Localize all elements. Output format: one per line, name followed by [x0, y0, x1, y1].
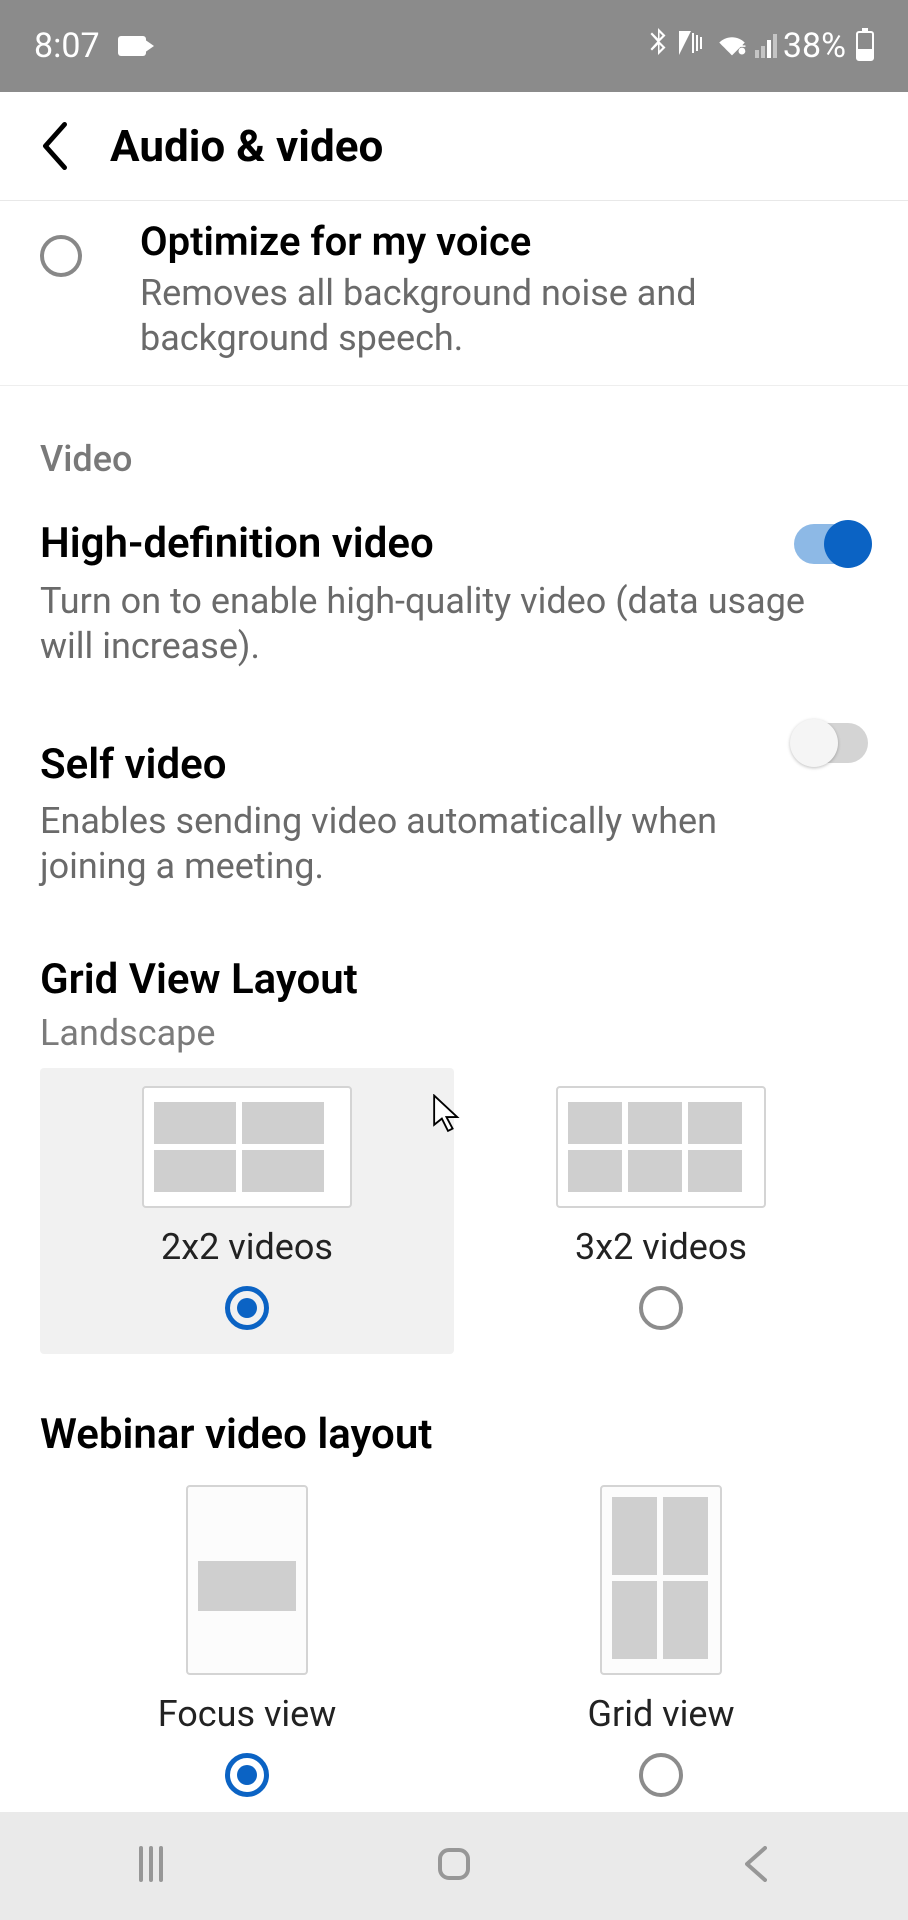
radio-selected-icon [225, 1286, 269, 1330]
home-icon [432, 1842, 476, 1886]
webinar-option-grid[interactable]: Grid view [454, 1467, 868, 1821]
cell-signal-icon [755, 34, 777, 58]
radio-unselected-icon [639, 1753, 683, 1797]
option-title: Optimize for my voice [140, 217, 868, 267]
webinar-layout-title: Webinar video layout [0, 1354, 908, 1467]
radio-unselected-icon [639, 1286, 683, 1330]
battery-icon [856, 31, 874, 61]
section-label-video: Video [0, 386, 908, 494]
radio-selected-icon [225, 1753, 269, 1797]
nav-recent-button[interactable] [129, 1842, 173, 1890]
system-nav-bar [0, 1812, 908, 1920]
vibrate-icon [675, 29, 709, 64]
grid-view-layout-title: Grid View Layout [0, 913, 908, 1012]
app-header: Audio & video [0, 92, 908, 201]
grid-option-3x2[interactable]: 3x2 videos [454, 1068, 868, 1354]
recent-apps-icon [129, 1842, 173, 1886]
option-description: Removes all background noise and backgro… [140, 271, 868, 361]
grid-view-mode-label: Landscape [0, 1012, 908, 1068]
audio-option-optimize-voice[interactable]: Optimize for my voice Removes all backgr… [0, 201, 908, 386]
nav-back-button[interactable] [735, 1842, 779, 1890]
setting-title: High-definition video [40, 518, 868, 571]
option-label: Focus view [158, 1693, 337, 1735]
bluetooth-icon [647, 28, 669, 65]
setting-self-video[interactable]: Self video Enables sending video automat… [0, 693, 908, 914]
webinar-layout-options: Focus view Grid view [0, 1467, 908, 1821]
nav-back-icon [735, 1842, 779, 1886]
grid-3x2-thumb [556, 1086, 766, 1208]
wifi-icon [715, 26, 749, 66]
radio-unselected-icon [40, 235, 82, 277]
option-label: Grid view [587, 1693, 734, 1735]
toggle-hd-video[interactable] [794, 524, 868, 564]
setting-description: Turn on to enable high-quality video (da… [40, 579, 820, 669]
option-label: 3x2 videos [575, 1226, 747, 1268]
grid-2x2-thumb [142, 1086, 352, 1208]
status-right: 38% [647, 26, 874, 66]
page-title: Audio & video [110, 120, 383, 172]
setting-title: Self video [40, 739, 868, 792]
back-button[interactable] [20, 92, 90, 200]
status-left: 8:07 [34, 26, 647, 66]
focus-view-thumb [186, 1485, 308, 1675]
setting-hd-video[interactable]: High-definition video Turn on to enable … [0, 494, 908, 693]
toggle-self-video[interactable] [794, 723, 868, 763]
option-label: 2x2 videos [161, 1226, 333, 1268]
row-texts: Optimize for my voice Removes all backgr… [140, 217, 868, 361]
grid-view-options: 2x2 videos 3x2 videos [0, 1068, 908, 1354]
grid-option-2x2[interactable]: 2x2 videos [40, 1068, 454, 1354]
nav-home-button[interactable] [432, 1842, 476, 1890]
battery-percent: 38% [783, 26, 846, 66]
camera-icon [118, 36, 146, 56]
setting-description: Enables sending video automatically when… [40, 799, 820, 889]
toggle-knob [824, 520, 872, 568]
toggle-knob [790, 719, 838, 767]
status-bar: 8:07 38% [0, 0, 908, 92]
webinar-option-focus[interactable]: Focus view [40, 1467, 454, 1821]
grid-view-thumb [600, 1485, 722, 1675]
chevron-left-icon [39, 122, 71, 170]
status-time: 8:07 [34, 26, 100, 66]
